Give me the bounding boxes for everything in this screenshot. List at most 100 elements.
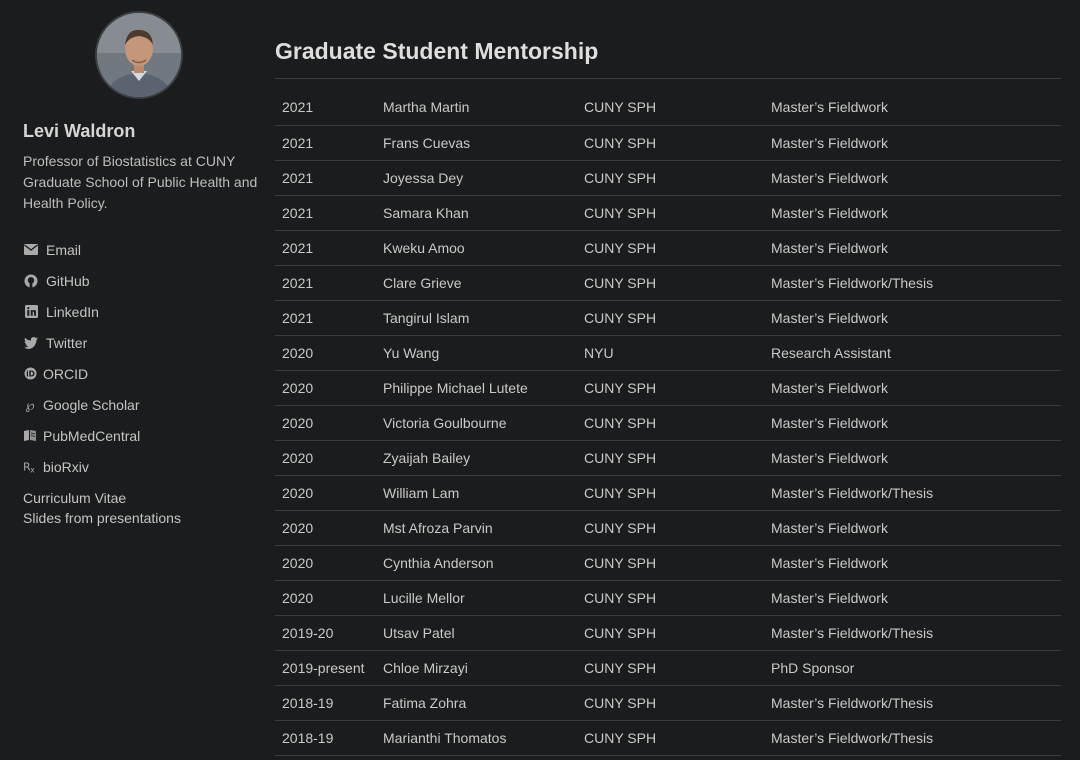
cell-year: 2021 xyxy=(275,300,376,336)
link-biorxiv[interactable]: Rx bioRxiv xyxy=(23,451,140,482)
cell-year: 2020 xyxy=(275,580,376,616)
mentorship-table: 2021 Martha Martin CUNY SPH Master’s Fieldw… xyxy=(275,90,1061,756)
cell-year: 2019-20 xyxy=(275,615,376,651)
cell-student-name: Philippe Michael Lutete xyxy=(376,370,577,406)
cell-student-name: Mst Afroza Parvin xyxy=(376,510,577,546)
cell-mentorship-type: Master’s Fieldwork xyxy=(764,580,1061,616)
author-bio: Professor of Biostatistics at CUNY Gradu… xyxy=(23,153,258,211)
link-label[interactable]: PubMedCentral xyxy=(43,428,140,444)
cell-institution: CUNY SPH xyxy=(577,650,764,686)
link-label[interactable]: Twitter xyxy=(46,335,87,351)
cell-mentorship-type: Master’s Fieldwork xyxy=(764,545,1061,581)
table-row: 2021 Joyessa Dey CUNY SPH Master’s Fieldwor… xyxy=(275,160,1061,196)
cell-institution: CUNY SPH xyxy=(577,685,764,721)
table-row: 2020 Philippe Michael Lutete CUNY SPH Maste… xyxy=(275,370,1061,406)
link-label[interactable]: GitHub xyxy=(46,273,90,289)
cell-student-name: Utsav Patel xyxy=(376,615,577,651)
cell-student-name: Zyaijah Bailey xyxy=(376,440,577,476)
title-divider xyxy=(275,78,1061,79)
orcid-icon: iD xyxy=(23,366,37,382)
cell-student-name: William Lam xyxy=(376,475,577,511)
extra-links: Curriculum Vitae Slides from presentatio… xyxy=(23,488,181,528)
cell-student-name: Martha Martin xyxy=(376,90,577,126)
envelope-icon xyxy=(23,242,39,258)
cell-institution: CUNY SPH xyxy=(577,615,764,651)
cell-year: 2019-present xyxy=(275,650,376,686)
cell-year: 2020 xyxy=(275,545,376,581)
link-label[interactable]: bioRxiv xyxy=(43,459,89,475)
cell-mentorship-type: Master’s Fieldwork/Thesis xyxy=(764,475,1061,511)
avatar-photo xyxy=(97,13,181,97)
cell-institution: CUNY SPH xyxy=(577,370,764,406)
link-pubmedcentral[interactable]: PubMedCentral xyxy=(23,420,140,451)
google-scholar-icon: ℘ xyxy=(23,397,37,413)
link-email[interactable]: Email xyxy=(23,234,140,265)
cell-mentorship-type: Master’s Fieldwork/Thesis xyxy=(764,685,1061,721)
link-linkedin[interactable]: LinkedIn xyxy=(23,296,140,327)
link-google-scholar[interactable]: ℘ Google Scholar xyxy=(23,389,140,420)
twitter-icon xyxy=(23,335,39,351)
link-curriculum-vitae[interactable]: Curriculum Vitae xyxy=(23,488,181,508)
cell-student-name: Victoria Goulbourne xyxy=(376,405,577,441)
cell-mentorship-type: Master’s Fieldwork xyxy=(764,230,1061,266)
cell-institution: CUNY SPH xyxy=(577,90,764,126)
cell-year: 2018-19 xyxy=(275,685,376,721)
table-row: 2020 Mst Afroza Parvin CUNY SPH Master’s Fi… xyxy=(275,510,1061,546)
table-row: 2020 Lucille Mellor CUNY SPH Master’s Field… xyxy=(275,580,1061,616)
table-row: 2020 Victoria Goulbourne CUNY SPH Master’s … xyxy=(275,405,1061,441)
svg-text:iD: iD xyxy=(26,369,35,378)
cell-mentorship-type: Master’s Fieldwork xyxy=(764,125,1061,161)
cell-student-name: Fatima Zohra xyxy=(376,685,577,721)
link-orcid[interactable]: iD ORCID xyxy=(23,358,140,389)
cell-mentorship-type: Master’s Fieldwork/Thesis xyxy=(764,615,1061,651)
svg-text:℘: ℘ xyxy=(25,398,34,412)
table-row: 2021 Samara Khan CUNY SPH Master’s Fieldwor… xyxy=(275,195,1061,231)
cell-year: 2020 xyxy=(275,440,376,476)
link-label[interactable]: Google Scholar xyxy=(43,397,140,413)
cell-institution: CUNY SPH xyxy=(577,475,764,511)
table-row: 2020 Cynthia Anderson CUNY SPH Master’s Fie… xyxy=(275,545,1061,581)
cell-student-name: Tangirul Islam xyxy=(376,300,577,336)
link-github[interactable]: GitHub xyxy=(23,265,140,296)
cell-institution: CUNY SPH xyxy=(577,510,764,546)
cell-institution: CUNY SPH xyxy=(577,580,764,616)
link-label[interactable]: LinkedIn xyxy=(46,304,99,320)
table-row: 2021 Martha Martin CUNY SPH Master’s Fieldw… xyxy=(275,90,1061,126)
table-row: 2019-present Chloe Mirzayi CUNY SPH PhD Spo… xyxy=(275,650,1061,686)
cell-year: 2020 xyxy=(275,510,376,546)
table-row: 2018-19 Marianthi Thomatos CUNY SPH Master’… xyxy=(275,720,1061,756)
cell-year: 2021 xyxy=(275,160,376,196)
link-twitter[interactable]: Twitter xyxy=(23,327,140,358)
cell-institution: CUNY SPH xyxy=(577,720,764,756)
table-row: 2018-19 Fatima Zohra CUNY SPH Master’s Fiel… xyxy=(275,685,1061,721)
github-icon xyxy=(23,273,39,289)
cell-mentorship-type: Master’s Fieldwork xyxy=(764,300,1061,336)
cell-institution: CUNY SPH xyxy=(577,160,764,196)
cell-institution: CUNY SPH xyxy=(577,230,764,266)
cell-year: 2021 xyxy=(275,90,376,126)
cell-mentorship-type: Master’s Fieldwork/Thesis xyxy=(764,265,1061,301)
link-label[interactable]: ORCID xyxy=(43,366,88,382)
cell-mentorship-type: Master’s Fieldwork xyxy=(764,90,1061,126)
table-row: 2020 William Lam CUNY SPH Master’s Fieldwor… xyxy=(275,475,1061,511)
table-row: 2021 Clare Grieve CUNY SPH Master’s Fieldwo… xyxy=(275,265,1061,301)
cell-student-name: Yu Wang xyxy=(376,335,577,371)
page: Levi Waldron Professor of Biostatistics … xyxy=(0,0,1080,760)
linkedin-icon xyxy=(23,304,39,320)
cell-institution: CUNY SPH xyxy=(577,545,764,581)
cell-student-name: Joyessa Dey xyxy=(376,160,577,196)
mentorship-table-body: 2021 Martha Martin CUNY SPH Master’s Fieldw… xyxy=(275,90,1061,756)
cell-year: 2021 xyxy=(275,265,376,301)
cell-year: 2021 xyxy=(275,230,376,266)
table-row: 2021 Kweku Amoo CUNY SPH Master’s Fieldwork xyxy=(275,230,1061,266)
table-row: 2021 Frans Cuevas CUNY SPH Master’s Fieldwo… xyxy=(275,125,1061,161)
cell-mentorship-type: PhD Sponsor xyxy=(764,650,1061,686)
page-title: Graduate Student Mentorship xyxy=(275,38,599,64)
cell-student-name: Lucille Mellor xyxy=(376,580,577,616)
link-slides-presentations[interactable]: Slides from presentations xyxy=(23,508,181,528)
table-row: 2019-20 Utsav Patel CUNY SPH Master’s Field… xyxy=(275,615,1061,651)
link-label[interactable]: Email xyxy=(46,242,81,258)
cell-year: 2020 xyxy=(275,335,376,371)
cell-student-name: Frans Cuevas xyxy=(376,125,577,161)
svg-text:x: x xyxy=(30,466,35,474)
